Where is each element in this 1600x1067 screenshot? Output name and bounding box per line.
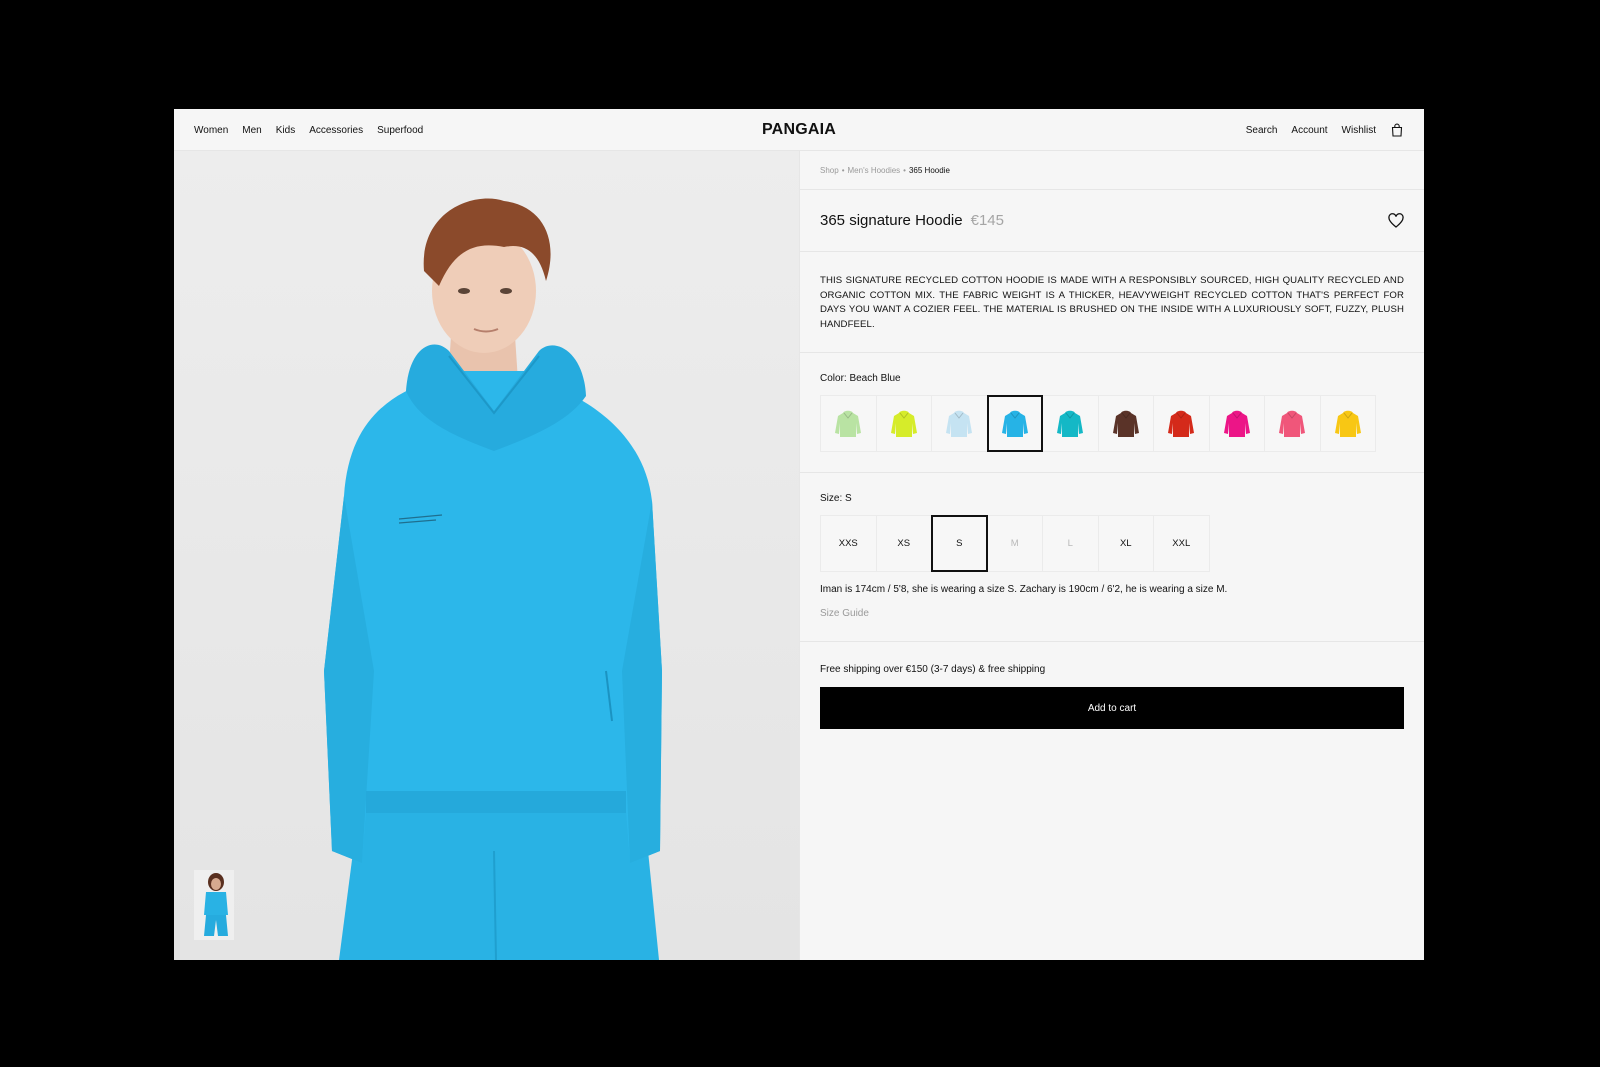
color-swatch[interactable] — [1264, 395, 1321, 453]
color-selector: Color: Beach Blue — [800, 353, 1424, 474]
color-swatch[interactable] — [1208, 395, 1265, 453]
add-to-cart-button[interactable]: Add to cart — [820, 687, 1404, 730]
breadcrumb: Shop • Men's Hoodies • 365 Hoodie — [800, 151, 1424, 190]
top-navigation: Women Men Kids Accessories Superfood PAN… — [174, 109, 1424, 151]
size-option[interactable]: XXL — [1153, 515, 1210, 573]
nav-search[interactable]: Search — [1246, 125, 1278, 136]
color-swatch[interactable] — [1153, 395, 1210, 453]
size-label: Size: S — [820, 493, 852, 505]
breadcrumb-separator: • — [841, 165, 845, 175]
color-swatch[interactable] — [1097, 395, 1154, 453]
hoodie-icon — [1112, 410, 1139, 437]
breadcrumb-mens-hoodies[interactable]: Men's Hoodies — [848, 166, 901, 175]
size-guide-link[interactable]: Size Guide — [820, 608, 869, 619]
hoodie-icon — [1334, 410, 1361, 437]
cart-section: Free shipping over €150 (3-7 days) & fre… — [800, 642, 1424, 730]
size-option[interactable]: XL — [1097, 515, 1154, 573]
color-swatch[interactable] — [1319, 395, 1376, 453]
nav-accessories[interactable]: Accessories — [309, 125, 363, 136]
product-details: Shop • Men's Hoodies • 365 Hoodie 365 si… — [799, 151, 1424, 960]
product-title: 365 signature Hoodie — [820, 212, 963, 229]
size-options: XXS XS S M L XL XXL — [820, 515, 1404, 573]
product-description: This signature recycled cotton hoodie is… — [800, 252, 1424, 354]
hoodie-icon — [1001, 410, 1028, 437]
heart-icon[interactable] — [1388, 213, 1404, 229]
breadcrumb-separator: • — [903, 165, 906, 175]
thumbnail-1[interactable] — [194, 870, 234, 940]
hoodie-icon — [946, 410, 973, 437]
color-swatch[interactable] — [986, 395, 1043, 453]
product-title-row: 365 signature Hoodie €145 — [800, 190, 1424, 252]
shipping-info: Free shipping over €150 (3-7 days) & fre… — [820, 664, 1046, 676]
hoodie-icon — [1168, 410, 1195, 437]
hoodie-icon — [890, 410, 917, 437]
nav-wishlist[interactable]: Wishlist — [1342, 125, 1376, 136]
nav-women[interactable]: Women — [194, 125, 228, 136]
color-label: Color: Beach Blue — [820, 373, 901, 385]
nav-superfood[interactable]: Superfood — [377, 125, 423, 136]
brand-logo[interactable]: PANGAIA — [762, 109, 836, 151]
product-price: €145 — [970, 212, 1004, 229]
breadcrumb-current: 365 Hoodie — [908, 165, 950, 175]
size-selector: Size: S XXS XS S M L XL XXL Iman is 174cm / 5'… — [800, 473, 1424, 643]
color-swatch[interactable] — [875, 395, 932, 453]
hoodie-icon — [1223, 410, 1250, 437]
nav-account[interactable]: Account — [1291, 125, 1327, 136]
utility-nav: Search Account Wishlist — [1246, 109, 1404, 151]
product-image[interactable] — [174, 151, 799, 960]
size-option[interactable]: M — [986, 515, 1043, 573]
hoodie-icon — [1279, 410, 1306, 437]
size-option[interactable]: L — [1042, 515, 1099, 573]
breadcrumb-shop[interactable]: Shop — [820, 166, 839, 175]
browser-page: Women Men Kids Accessories Superfood PAN… — [174, 109, 1424, 960]
size-option[interactable]: XXS — [820, 515, 877, 573]
color-swatch[interactable] — [1042, 395, 1099, 453]
hoodie-icon — [835, 410, 862, 437]
shopping-bag-icon[interactable] — [1390, 123, 1404, 137]
size-option[interactable]: XS — [875, 515, 932, 573]
main-nav: Women Men Kids Accessories Superfood — [194, 109, 423, 151]
model-photo — [324, 198, 662, 960]
color-swatches — [820, 395, 1404, 453]
color-swatch[interactable] — [931, 395, 988, 453]
size-note: Iman is 174cm / 5'8, she is wearing a si… — [820, 584, 1228, 596]
description-text: This signature recycled cotton hoodie is… — [820, 275, 1404, 330]
size-option[interactable]: S — [931, 515, 988, 573]
nav-kids[interactable]: Kids — [276, 125, 295, 136]
nav-men[interactable]: Men — [242, 125, 261, 136]
hoodie-icon — [1057, 410, 1084, 437]
color-swatch[interactable] — [820, 395, 877, 453]
